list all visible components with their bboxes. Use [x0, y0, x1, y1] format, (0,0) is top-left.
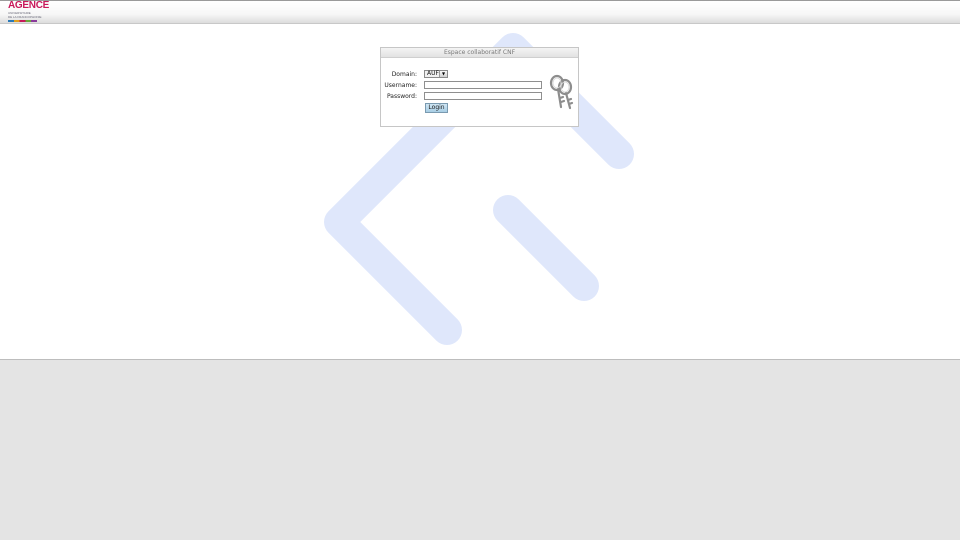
- header-bar: AGENCE UNIVERSITAIRE DE LA FRANCOPHONIE: [0, 0, 960, 24]
- login-button[interactable]: Login: [425, 103, 448, 113]
- username-input[interactable]: [424, 81, 542, 89]
- login-title: Espace collaboratif CNF: [381, 48, 578, 58]
- logo-line-2: DE LA FRANCOPHONIE: [8, 15, 42, 19]
- footer-area: [0, 360, 960, 540]
- domain-label: Domain:: [391, 71, 417, 78]
- domain-select[interactable]: AUF ▼: [424, 70, 448, 78]
- login-panel: Espace collaboratif CNF Domain: AUF ▼ Us…: [380, 47, 579, 127]
- keys-icon: [549, 74, 574, 110]
- username-label: Username:: [384, 82, 417, 89]
- domain-select-value: AUF: [427, 70, 439, 77]
- password-label: Password:: [386, 93, 417, 100]
- logo-word-text: AGENCE: [8, 0, 49, 11]
- password-input[interactable]: [424, 92, 542, 100]
- main-area: Espace collaboratif CNF Domain: AUF ▼ Us…: [0, 24, 960, 360]
- chevron-down-icon[interactable]: ▼: [439, 71, 447, 77]
- agence-logo[interactable]: AGENCE UNIVERSITAIRE DE LA FRANCOPHONIE: [8, 1, 49, 23]
- logo-word: AGENCE: [8, 0, 49, 11]
- logo-color-bar: [8, 20, 37, 22]
